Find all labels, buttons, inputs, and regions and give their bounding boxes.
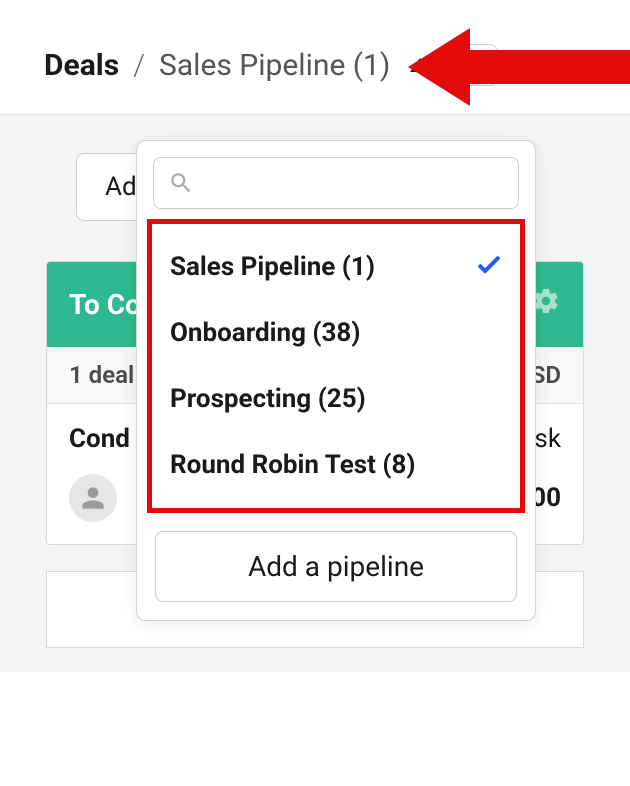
add-pipeline-button[interactable]: Add a pipeline: [155, 531, 517, 602]
pipeline-search-input[interactable]: [204, 170, 504, 196]
pipeline-option-prospecting[interactable]: Prospecting (25): [160, 366, 512, 432]
pipeline-list-highlight: Sales Pipeline (1) Onboarding (38) Prosp…: [147, 219, 525, 513]
deal-count: 1 deal: [69, 361, 134, 389]
breadcrumb-root[interactable]: Deals: [44, 48, 119, 83]
pipeline-settings-button[interactable]: [456, 44, 498, 86]
person-icon: [80, 485, 106, 511]
breadcrumb-bar: Deals / Sales Pipeline (1): [0, 0, 630, 115]
owner-avatar[interactable]: [69, 474, 117, 522]
deal-title: Cond: [69, 424, 130, 454]
column-title: To Co: [69, 288, 141, 321]
add-pipeline-label: Add a pipeline: [248, 550, 424, 583]
collapse-caret-icon[interactable]: [410, 58, 430, 72]
pipeline-option-label: Sales Pipeline (1): [170, 252, 375, 282]
search-icon: [168, 170, 194, 196]
pipeline-option-onboarding[interactable]: Onboarding (38): [160, 300, 512, 366]
breadcrumb-separator: /: [133, 48, 145, 83]
pipeline-popover: Sales Pipeline (1) Onboarding (38) Prosp…: [136, 140, 536, 621]
pipeline-option-label: Prospecting (25): [170, 384, 366, 414]
pipeline-option-round-robin[interactable]: Round Robin Test (8): [160, 432, 512, 498]
gear-icon: [465, 53, 489, 77]
pipeline-search[interactable]: [153, 157, 519, 209]
check-icon: [476, 252, 502, 282]
pipeline-option-label: Round Robin Test (8): [170, 450, 416, 480]
breadcrumb-current[interactable]: Sales Pipeline (1): [159, 48, 390, 83]
pipeline-option-label: Onboarding (38): [170, 318, 360, 348]
pipeline-option-sales-pipeline[interactable]: Sales Pipeline (1): [160, 234, 512, 300]
